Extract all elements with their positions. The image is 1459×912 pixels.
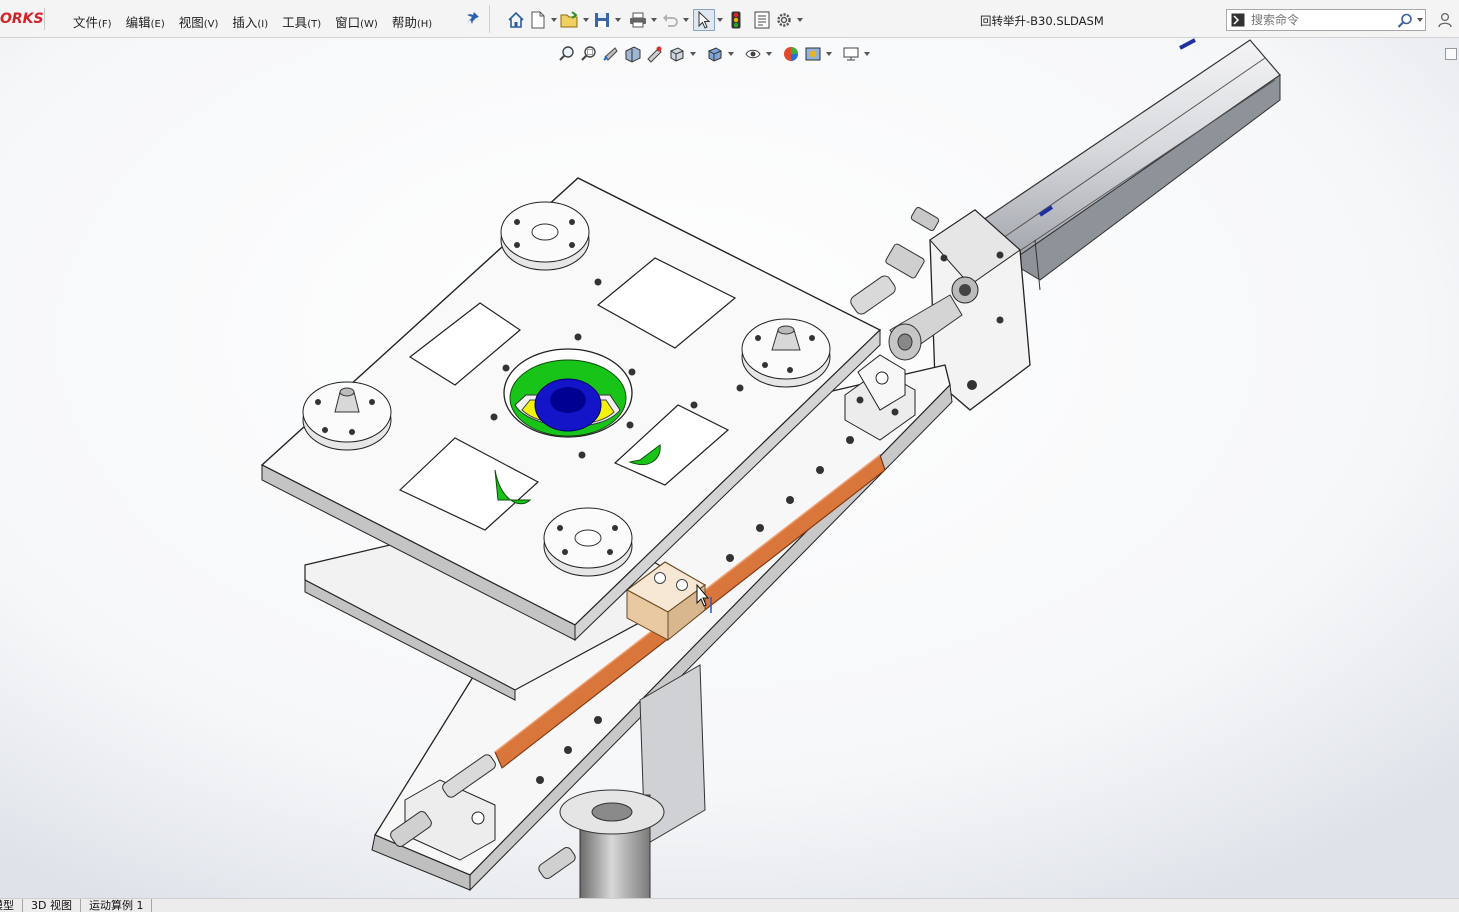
- main-menu: 文件(F) 编辑(E) 视图(V) 插入(I) 工具(T) 窗口(W) 帮助(H…: [66, 10, 439, 33]
- undo-dropdown[interactable]: [681, 9, 691, 31]
- menu-window[interactable]: 窗口(W): [328, 10, 385, 33]
- hide-show-dropdown[interactable]: [764, 43, 774, 65]
- zoom-to-fit-icon[interactable]: [556, 43, 578, 65]
- save-dropdown[interactable]: [613, 9, 623, 31]
- file-properties-icon[interactable]: [751, 9, 773, 31]
- apply-scene-dropdown[interactable]: [824, 43, 834, 65]
- display-style-icon[interactable]: [704, 43, 726, 65]
- section-view-icon[interactable]: [622, 43, 644, 65]
- previous-view-icon[interactable]: [600, 43, 622, 65]
- cad-model-view[interactable]: [0, 38, 1459, 906]
- open-dropdown[interactable]: [581, 9, 591, 31]
- edit-appearance-icon[interactable]: [780, 43, 802, 65]
- rebuild-traffic-light-icon[interactable]: [725, 9, 747, 31]
- select-cursor-icon[interactable]: [693, 9, 715, 31]
- options-dropdown[interactable]: [795, 9, 805, 31]
- view-orientation-icon[interactable]: [666, 43, 688, 65]
- apply-scene-icon[interactable]: [802, 43, 824, 65]
- new-dropdown[interactable]: [549, 9, 559, 31]
- task-pane-collapse-button[interactable]: [1445, 48, 1457, 60]
- new-document-icon[interactable]: [527, 9, 549, 31]
- menu-insert[interactable]: 插入(I): [225, 10, 275, 33]
- tab-3d-view[interactable]: 3D 视图: [23, 899, 81, 912]
- undo-icon[interactable]: [659, 9, 681, 31]
- search-dropdown[interactable]: [1415, 10, 1425, 30]
- menu-tools[interactable]: 工具(T): [275, 10, 328, 33]
- home-icon[interactable]: [505, 9, 527, 31]
- search-icon[interactable]: [1397, 13, 1413, 31]
- view-settings-icon[interactable]: [840, 43, 862, 65]
- search-input[interactable]: [1251, 10, 1391, 30]
- menu-help[interactable]: 帮助(H): [385, 10, 439, 33]
- select-dropdown[interactable]: [715, 9, 725, 31]
- print-icon[interactable]: [627, 9, 649, 31]
- view-orientation-dropdown[interactable]: [688, 43, 698, 65]
- menu-view[interactable]: 视图(V): [172, 10, 226, 33]
- display-style-dropdown[interactable]: [726, 43, 736, 65]
- locating-pin-left: [302, 381, 392, 451]
- tab-model[interactable]: 模型: [0, 899, 23, 912]
- locating-pin-right: [741, 318, 831, 388]
- open-folder-icon[interactable]: [559, 9, 581, 31]
- menu-edit[interactable]: 编辑(E): [119, 10, 172, 33]
- zoom-to-area-icon[interactable]: [578, 43, 600, 65]
- locating-pin-bottom: [543, 507, 633, 577]
- document-title: 回转举升-B30.SLDASM: [980, 14, 1104, 28]
- command-search-box[interactable]: [1226, 9, 1426, 31]
- pin-menu-icon[interactable]: [466, 11, 480, 28]
- menu-file[interactable]: 文件(F): [66, 10, 119, 33]
- toolbar-separator: [489, 5, 490, 33]
- standard-toolbar: [505, 9, 805, 31]
- dynamic-annotation-icon[interactable]: [644, 43, 666, 65]
- model-view-tabs: 模型 3D 视图 运动算例 1: [0, 898, 1459, 912]
- tab-motion-study-1[interactable]: 运动算例 1: [81, 899, 153, 912]
- options-gear-icon[interactable]: [773, 9, 795, 31]
- command-prompt-icon: [1231, 13, 1245, 30]
- save-icon[interactable]: [591, 9, 613, 31]
- graphics-viewport[interactable]: [0, 38, 1459, 906]
- app-logo[interactable]: ORKS: [0, 8, 45, 30]
- print-dropdown[interactable]: [649, 9, 659, 31]
- view-settings-dropdown[interactable]: [862, 43, 872, 65]
- menu-bar: ORKS 文件(F) 编辑(E) 视图(V) 插入(I) 工具(T) 窗口(W)…: [0, 0, 1459, 38]
- heads-up-view-toolbar: [556, 43, 872, 65]
- locating-pin-top: [500, 201, 590, 271]
- hide-show-items-icon[interactable]: [742, 43, 764, 65]
- user-account-icon[interactable]: [1437, 12, 1453, 31]
